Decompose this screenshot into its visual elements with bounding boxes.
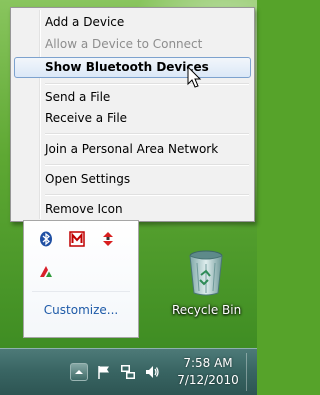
volume-icon[interactable]: [144, 364, 160, 380]
red-diamond-icon[interactable]: [100, 231, 116, 247]
recycle-bin-icon: [189, 250, 223, 296]
clock-time: 7:58 AM: [183, 356, 233, 370]
menu-item-receive-file[interactable]: Receive a File: [14, 108, 251, 129]
bluetooth-context-menu: Add a Device Allow a Device to Connect S…: [10, 7, 255, 222]
menu-item-open-settings[interactable]: Open Settings: [14, 169, 251, 190]
panel-divider: [32, 291, 130, 292]
menu-separator: [45, 194, 249, 196]
menu-item-send-file[interactable]: Send a File: [14, 87, 251, 108]
menu-item-join-pan[interactable]: Join a Personal Area Network: [14, 139, 251, 160]
show-hidden-icons-button[interactable]: [70, 363, 88, 381]
menu-item-allow-device[interactable]: Allow a Device to Connect: [14, 34, 251, 55]
notification-overflow-panel: Customize...: [23, 220, 139, 338]
recycle-bin-label: Recycle Bin: [172, 303, 242, 317]
show-desktop-button[interactable]: [246, 353, 255, 391]
menu-separator: [45, 83, 249, 85]
bluetooth-icon[interactable]: [38, 231, 54, 247]
network-icon[interactable]: [120, 364, 136, 380]
mcafee-icon[interactable]: [69, 231, 85, 247]
menu-item-remove-icon[interactable]: Remove Icon: [14, 199, 251, 220]
customize-link[interactable]: Customize...: [24, 303, 138, 317]
clock-date: 7/12/2010: [177, 373, 239, 387]
menu-item-add-device[interactable]: Add a Device: [14, 12, 251, 33]
mouse-pointer-icon: [187, 66, 202, 88]
red-green-triangle-icon[interactable]: [38, 263, 54, 279]
recycle-bin-shortcut[interactable]: Recycle Bin: [172, 249, 242, 317]
chevron-up-icon: [75, 370, 83, 374]
menu-item-show-bluetooth-devices[interactable]: Show Bluetooth Devices: [14, 57, 251, 78]
taskbar: 7:58 AM 7/12/2010: [0, 348, 257, 395]
system-clock[interactable]: 7:58 AM 7/12/2010: [168, 355, 248, 389]
menu-separator: [45, 164, 249, 166]
action-center-flag-icon[interactable]: [96, 364, 112, 380]
menu-separator: [45, 133, 249, 135]
